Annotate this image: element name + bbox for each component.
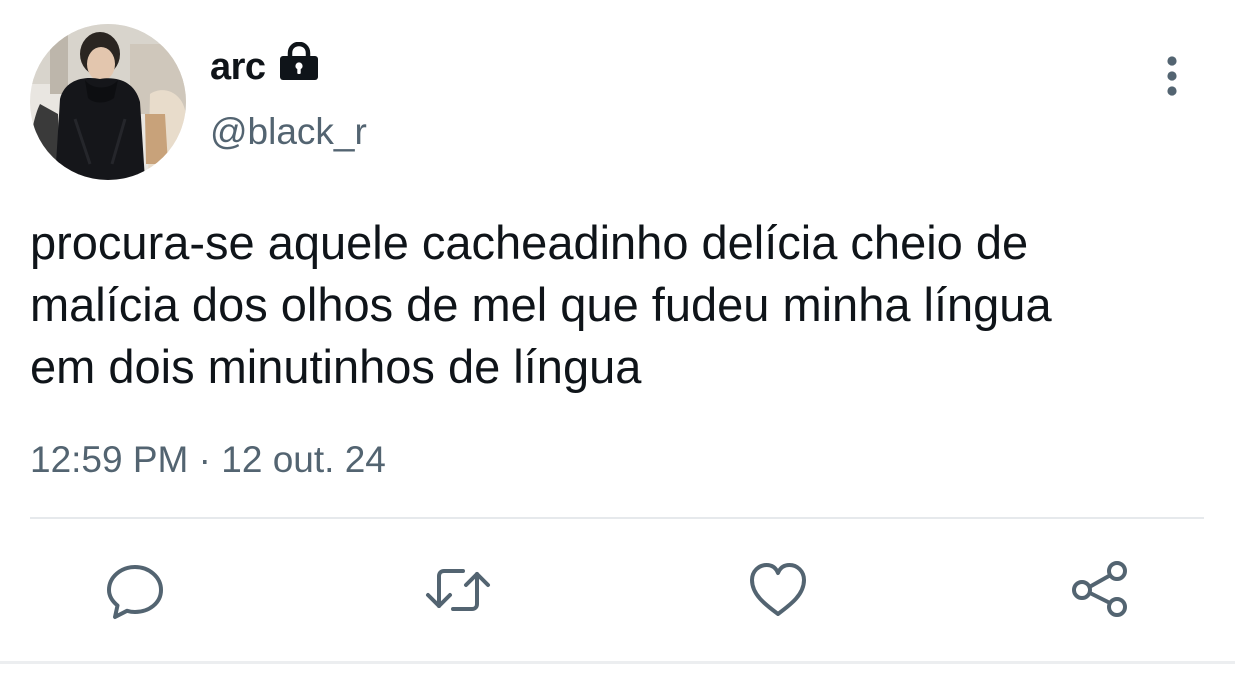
tweet-card: arc @black_r procura-se aquele cacheadin… [0,0,1235,681]
share-nodes-icon [1072,561,1127,617]
meta-separator: · [198,439,211,480]
tweet-time: 12:59 PM [30,439,189,480]
avatar-photo [30,24,186,180]
tweet-text-line: procura-se aquele cacheadinho delícia ch… [30,216,1029,269]
speech-bubble-icon [107,565,163,619]
tweet-text-line: em dois minutinhos de língua [30,340,642,393]
lock-icon [280,42,318,80]
tweet-timestamp[interactable]: 12:59 PM · 12 out. 24 [30,438,386,482]
tweet-date: 12 out. 24 [221,439,386,480]
tweet-text: procura-se aquele cacheadinho delícia ch… [30,212,1220,398]
tweet-text-line: malícia dos olhos de mel que fudeu minha… [30,278,1052,331]
heart-icon [750,563,806,616]
retweet-arrows-icon [426,569,490,611]
bottom-divider [0,661,1235,664]
share-button[interactable] [1070,560,1130,620]
retweet-button[interactable] [425,560,490,620]
more-options-icon[interactable] [1150,52,1194,100]
divider [30,517,1204,519]
avatar[interactable] [30,24,186,180]
user-handle[interactable]: @black_r [210,110,367,154]
reply-button[interactable] [105,560,165,620]
like-button[interactable] [748,560,808,620]
display-name[interactable]: arc [210,44,266,90]
